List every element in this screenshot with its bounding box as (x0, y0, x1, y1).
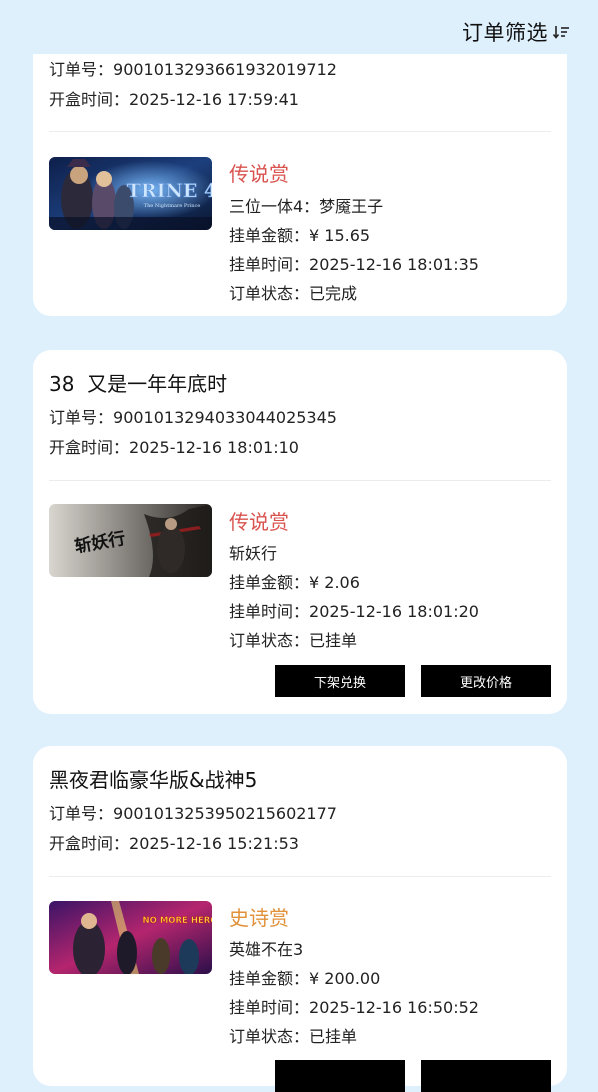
order-status-value: 已挂单 (309, 1027, 358, 1046)
listing-amount: 挂单金额：¥ 15.65 (229, 222, 370, 246)
rarity-label: 史诗赏 (229, 906, 289, 930)
item-name: 斩妖行 (229, 544, 278, 563)
order-status-label: 订单状态： (229, 1027, 310, 1046)
order-number: 订单号：9001013253950215602177 (49, 800, 337, 824)
order-number-label: 订单号： (49, 408, 114, 427)
top-bar: 订单筛选 (0, 0, 598, 54)
rarity-label: 传说赏 (229, 510, 289, 534)
order-filter-label: 订单筛选 (462, 21, 548, 45)
item-image-title: NO MORE HEROES (143, 916, 212, 926)
open-time-label: 开盒时间： (49, 438, 130, 457)
item-image-title: TRINE 4 (127, 180, 212, 202)
open-time-label: 开盒时间： (49, 834, 130, 853)
listing-amount-value: ¥ 2.06 (309, 573, 360, 592)
order-number-value: 9001013294033044025345 (113, 408, 337, 427)
item-name: 三位一体4：梦魇王子 (229, 197, 384, 216)
open-time-value: 2025-12-16 17:59:41 (129, 90, 299, 109)
delist-exchange-button[interactable]: 下架兑换 (275, 665, 405, 697)
open-time-label: 开盒时间： (49, 90, 130, 109)
listing-time-label: 挂单时间： (229, 602, 310, 621)
order-status: 订单状态：已挂单 (229, 1023, 357, 1047)
listing-amount-value: ¥ 200.00 (309, 969, 381, 988)
order-card: 38 又是一年年底时 订单号：9001013294033044025345 开盒… (33, 350, 567, 714)
order-status-label: 订单状态： (229, 284, 310, 303)
listing-time-value: 2025-12-16 18:01:35 (309, 255, 479, 274)
listing-amount-value: ¥ 15.65 (309, 226, 371, 245)
sort-icon (552, 23, 570, 41)
order-status: 订单状态：已挂单 (229, 627, 357, 651)
divider (49, 131, 551, 132)
item-image[interactable]: NO MORE HEROES (49, 901, 212, 974)
rarity-label: 传说赏 (229, 162, 289, 186)
order-number-label: 订单号： (49, 60, 114, 79)
listing-amount: 挂单金额：¥ 200.00 (229, 965, 380, 989)
order-status-value: 已完成 (309, 284, 358, 303)
divider (49, 480, 551, 481)
listing-time: 挂单时间：2025-12-16 18:01:20 (229, 598, 479, 622)
order-status-value: 已挂单 (309, 631, 358, 650)
order-status-label: 订单状态： (229, 631, 310, 650)
open-time-value: 2025-12-16 18:01:10 (129, 438, 299, 457)
listing-amount-label: 挂单金额： (229, 573, 310, 592)
listing-time: 挂单时间：2025-12-16 18:01:35 (229, 251, 479, 275)
order-number-label: 订单号： (49, 804, 114, 823)
delist-exchange-button[interactable] (275, 1060, 405, 1092)
listing-time-value: 2025-12-16 18:01:20 (309, 602, 479, 621)
order-number: 订单号：9001013293661932019712 (49, 56, 337, 80)
order-number-value: 9001013293661932019712 (113, 60, 337, 79)
item-name: 英雄不在3 (229, 940, 304, 959)
open-time: 开盒时间：2025-12-16 18:01:10 (49, 434, 299, 458)
listing-time-value: 2025-12-16 16:50:52 (309, 998, 479, 1017)
listing-amount-label: 挂单金额： (229, 226, 310, 245)
listing-time: 挂单时间：2025-12-16 16:50:52 (229, 994, 479, 1018)
order-card: 黑夜君临豪华版&战神5 订单号：9001013253950215602177 开… (33, 746, 567, 1092)
open-time-value: 2025-12-16 15:21:53 (129, 834, 299, 853)
divider (49, 876, 551, 877)
order-number: 订单号：9001013294033044025345 (49, 404, 337, 428)
order-number-value: 9001013253950215602177 (113, 804, 337, 823)
listing-time-label: 挂单时间： (229, 255, 310, 274)
open-time: 开盒时间：2025-12-16 17:59:41 (49, 86, 299, 110)
open-time: 开盒时间：2025-12-16 15:21:53 (49, 830, 299, 854)
order-filter-button[interactable]: 订单筛选 (462, 17, 570, 47)
item-image[interactable]: TRINE 4 The Nightmare Prince (49, 157, 212, 230)
order-status: 订单状态：已完成 (229, 280, 357, 304)
item-image-subtitle: The Nightmare Prince (144, 203, 201, 209)
order-title: 黑夜君临豪华版&战神5 (49, 768, 258, 792)
item-image[interactable]: 斩妖行 (49, 504, 212, 577)
order-title: 38 又是一年年底时 (49, 372, 228, 396)
listing-time-label: 挂单时间： (229, 998, 310, 1017)
listing-amount: 挂单金额：¥ 2.06 (229, 569, 360, 593)
change-price-button[interactable] (421, 1060, 551, 1092)
change-price-button[interactable]: 更改价格 (421, 665, 551, 697)
listing-amount-label: 挂单金额： (229, 969, 310, 988)
